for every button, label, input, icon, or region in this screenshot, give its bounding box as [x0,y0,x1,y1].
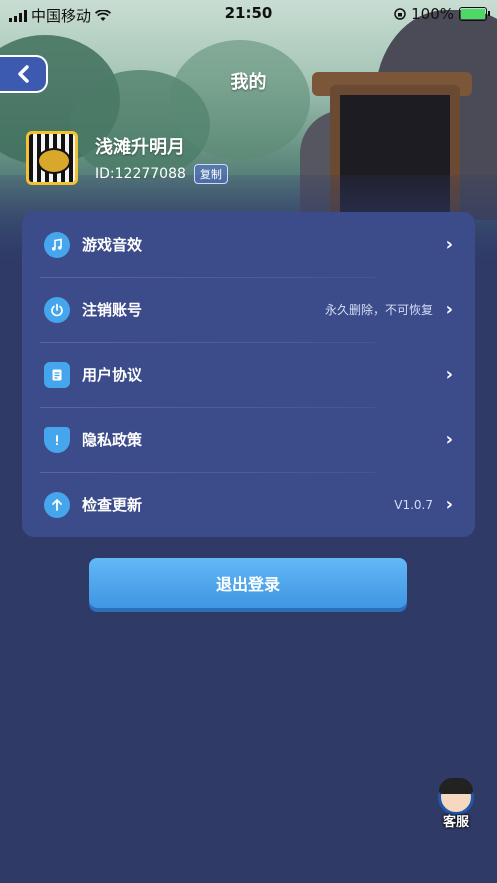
orientation-lock-icon [394,8,406,20]
chevron-right-icon: › [445,233,453,255]
setting-label: 用户协议 [82,366,143,384]
status-bar: 中国移动 21:50 100% [0,0,497,28]
page-title: 我的 [230,72,267,93]
setting-subtext: 永久删除，不可恢复 [324,303,433,317]
setting-privacy-policy[interactable]: 隐私政策 › [22,407,475,472]
tiger-avatar-icon [37,148,71,174]
settings-card: 游戏音效 › 注销账号 永久删除，不可恢复 › 用户协议 › 隐私政策 › 检查… [22,212,475,537]
copy-id-button[interactable]: 复制 [193,164,228,184]
customer-service-button[interactable]: 客服 [428,775,484,831]
chevron-right-icon: › [445,493,453,515]
user-id-row: ID:12277088 复制 [95,164,228,184]
setting-game-sound[interactable]: 游戏音效 › [22,212,475,277]
battery-icon [459,7,490,21]
chevron-right-icon: › [445,428,453,450]
setting-label: 检查更新 [82,496,143,514]
version-text: V1.0.7 [394,497,433,512]
user-id: ID:12277088 [95,166,186,182]
battery-percent: 100% [411,5,454,23]
arrow-up-icon [44,491,70,518]
setting-check-update[interactable]: 检查更新 V1.0.7 › [22,472,475,537]
customer-service-label: 客服 [442,815,469,830]
logout-button[interactable]: 退出登录 [89,558,407,608]
document-icon [44,361,70,388]
setting-label: 隐私政策 [82,431,143,449]
setting-user-agreement[interactable]: 用户协议 › [22,342,475,407]
chevron-right-icon: › [445,363,453,385]
setting-delete-account[interactable]: 注销账号 永久删除，不可恢复 › [22,277,475,342]
username: 浅滩升明月 [95,137,185,158]
setting-label: 注销账号 [82,301,143,319]
shield-icon [44,426,70,453]
avatar[interactable] [26,131,78,185]
chevron-right-icon: › [445,298,453,320]
power-icon [44,296,70,323]
music-note-icon [44,231,70,258]
setting-label: 游戏音效 [82,236,143,254]
